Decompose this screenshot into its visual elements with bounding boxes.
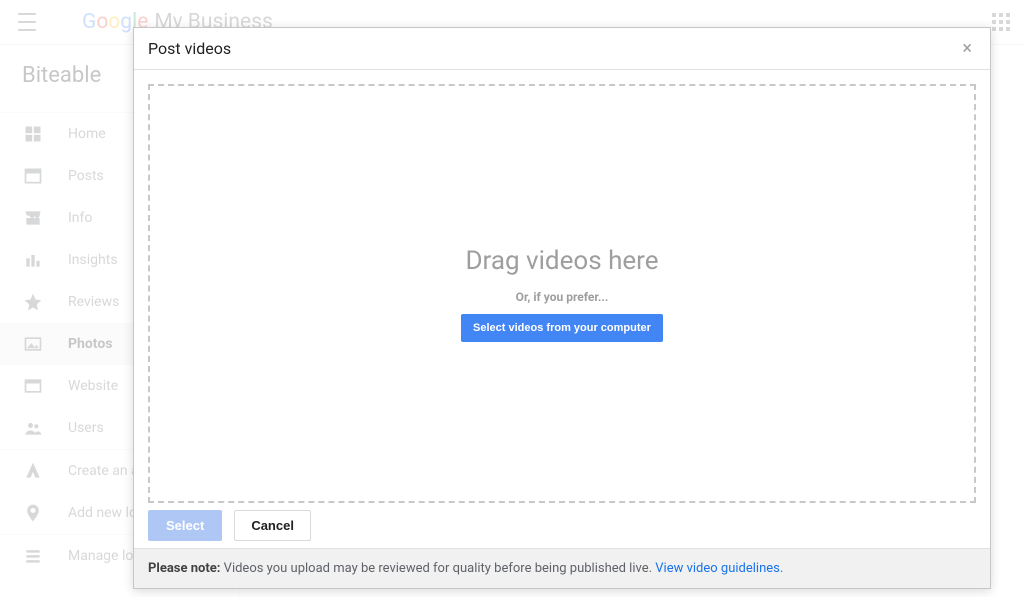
- dialog-header: Post videos ×: [134, 28, 990, 70]
- close-icon[interactable]: ×: [958, 38, 976, 60]
- dropzone-subtext: Or, if you prefer...: [516, 290, 609, 304]
- dropzone-headline: Drag videos here: [465, 246, 658, 276]
- dialog-title: Post videos: [148, 39, 231, 58]
- dialog-footnote: Please note: Videos you upload may be re…: [134, 549, 990, 588]
- footnote-text: Videos you upload may be reviewed for qu…: [220, 561, 655, 576]
- footnote-lead: Please note:: [148, 561, 220, 576]
- select-button[interactable]: Select: [148, 510, 222, 541]
- select-from-computer-button[interactable]: Select videos from your computer: [461, 314, 663, 342]
- post-videos-dialog: Post videos × Drag videos here Or, if yo…: [133, 27, 991, 589]
- video-guidelines-link[interactable]: View video guidelines.: [655, 561, 783, 576]
- video-dropzone[interactable]: Drag videos here Or, if you prefer... Se…: [148, 84, 976, 503]
- cancel-button[interactable]: Cancel: [234, 510, 311, 541]
- dialog-actions: Select Cancel: [134, 503, 990, 549]
